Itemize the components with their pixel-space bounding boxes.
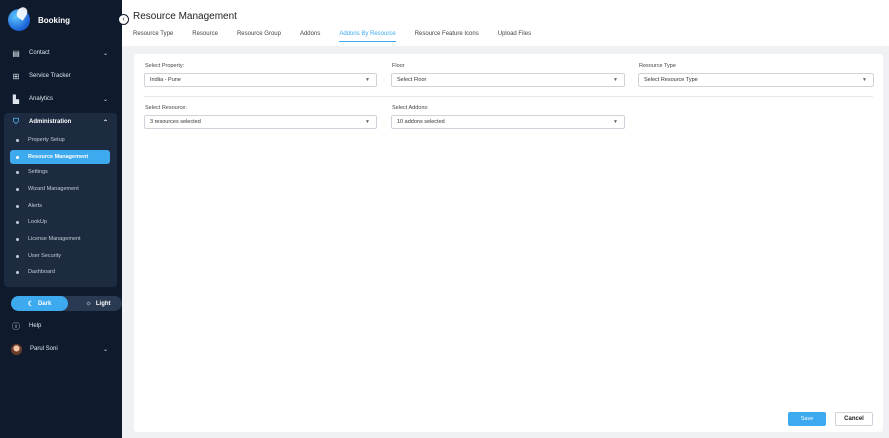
sun-icon: ☼ bbox=[85, 300, 92, 307]
submenu-item-label: License Management bbox=[28, 236, 81, 242]
moon-icon: ☾ bbox=[27, 300, 34, 308]
divider bbox=[144, 96, 873, 97]
resource-type-select-value: Select Resource Type bbox=[644, 77, 698, 83]
booking-logo-icon bbox=[8, 9, 30, 31]
avatar bbox=[11, 343, 22, 355]
theme-light-label: Light bbox=[95, 300, 111, 307]
user-menu[interactable]: Parul Soni ⌄ bbox=[0, 339, 122, 359]
submenu-item-wizard-management[interactable]: Wizard Management bbox=[10, 182, 110, 196]
resource-type-label: Resource Type bbox=[639, 63, 676, 69]
user-name: Parul Soni bbox=[30, 346, 58, 352]
tab-resource-feature-icons[interactable]: Resource Feature Icons bbox=[415, 31, 479, 46]
resource-type-select[interactable]: Select Resource Type ▼ bbox=[638, 73, 874, 87]
sidebar-item-administration[interactable]: ⛉ Administration ⌃ bbox=[0, 113, 122, 131]
bullet-icon bbox=[16, 138, 19, 142]
submenu-item-user-security[interactable]: User Security bbox=[10, 249, 110, 263]
tab-resource-type[interactable]: Resource Type bbox=[133, 31, 173, 46]
resource-select-value: 3 resources selected bbox=[150, 119, 201, 125]
submenu-item-resource-management[interactable]: Resource Management bbox=[10, 150, 110, 164]
tab-addons[interactable]: Addons bbox=[300, 31, 320, 46]
submenu-item-settings[interactable]: Settings bbox=[10, 165, 110, 179]
resource-label: Select Resource: bbox=[145, 105, 187, 111]
tab-addons-by-resource[interactable]: Addons By Resource bbox=[339, 31, 397, 46]
brand[interactable]: Booking bbox=[8, 8, 70, 32]
page-title: Resource Management bbox=[133, 11, 237, 22]
submenu-item-label: Resource Management bbox=[28, 154, 89, 160]
tracker-icon: ⊞ bbox=[12, 71, 20, 81]
chevron-up-icon: ⌃ bbox=[102, 119, 108, 126]
addons-select-value: 10 addons selected bbox=[397, 119, 445, 125]
floor-select-value: Select Floor bbox=[397, 77, 427, 83]
bullet-icon bbox=[16, 187, 19, 191]
sidebar-item-analytics[interactable]: ▙ Analytics ⌄ bbox=[0, 89, 122, 109]
addons-multiselect[interactable]: 10 addons selected ▼ bbox=[391, 115, 625, 129]
bullet-icon bbox=[16, 155, 19, 159]
bullet-icon bbox=[16, 254, 19, 258]
sidebar-item-label: Contact bbox=[29, 50, 50, 56]
caret-down-icon: ▼ bbox=[365, 77, 370, 83]
submenu-item-label: User Security bbox=[28, 253, 62, 259]
property-select-value: Indiia - Pune bbox=[150, 77, 181, 83]
submenu-item-label: LookUp bbox=[28, 219, 47, 225]
submenu-item-label: Property Setup bbox=[28, 137, 65, 143]
theme-toggle: ☾ Dark ☼ Light bbox=[11, 296, 122, 311]
submenu-item-dashboard[interactable]: Dashboard bbox=[10, 265, 110, 279]
save-button[interactable]: Save bbox=[788, 412, 826, 426]
submenu-item-label: Settings bbox=[28, 169, 48, 175]
tab-upload-files[interactable]: Upload Files bbox=[498, 31, 531, 46]
submenu-item-label: Alerts bbox=[28, 203, 43, 209]
sidebar-item-help[interactable]: ⓘ Help bbox=[0, 316, 122, 336]
property-label: Select Property: bbox=[145, 63, 185, 69]
sidebar: Booking ▤ Contact ⌄ ⊞ Service Tracker ▙ … bbox=[0, 0, 122, 438]
theme-dark-label: Dark bbox=[37, 300, 52, 307]
tab-bar: Resource Type Resource Resource Group Ad… bbox=[133, 31, 550, 46]
sidebar-item-label: Analytics bbox=[29, 96, 54, 102]
theme-light-button[interactable]: ☼ Light bbox=[74, 296, 122, 311]
contact-icon: ▤ bbox=[12, 48, 20, 58]
resource-multiselect[interactable]: 3 resources selected ▼ bbox=[144, 115, 377, 129]
caret-down-icon: ▼ bbox=[613, 119, 618, 125]
caret-down-icon: ▼ bbox=[365, 119, 370, 125]
page-header: Resource Management Resource Type Resour… bbox=[122, 0, 889, 46]
submenu-item-license-management[interactable]: License Management bbox=[10, 232, 110, 246]
brand-name: Booking bbox=[38, 15, 70, 25]
tab-resource-group[interactable]: Resource Group bbox=[237, 31, 281, 46]
chevron-left-icon: ‹ bbox=[122, 16, 125, 23]
sidebar-item-label: Service Tracker bbox=[29, 73, 71, 79]
floor-select[interactable]: Select Floor ▼ bbox=[391, 73, 625, 87]
sidebar-item-contact[interactable]: ▤ Contact ⌄ bbox=[0, 43, 122, 63]
floor-label: Floor bbox=[392, 63, 405, 69]
analytics-icon: ▙ bbox=[12, 94, 20, 104]
submenu-item-label: Wizard Management bbox=[28, 186, 79, 192]
collapse-sidebar-button[interactable]: ‹ bbox=[118, 14, 129, 25]
tab-resource[interactable]: Resource bbox=[192, 31, 218, 46]
form-panel: Select Property: Indiia - Pune ▼ Floor S… bbox=[134, 54, 883, 432]
addons-label: Select Addons: bbox=[392, 105, 429, 111]
chevron-down-icon: ⌄ bbox=[102, 50, 108, 57]
caret-down-icon: ▼ bbox=[613, 77, 618, 83]
bullet-icon bbox=[16, 237, 19, 241]
submenu-item-lookup[interactable]: LookUp bbox=[10, 215, 110, 229]
shield-icon: ⛉ bbox=[13, 117, 19, 126]
sidebar-item-label: Help bbox=[29, 323, 42, 329]
bullet-icon bbox=[16, 204, 19, 208]
help-icon: ⓘ bbox=[12, 321, 20, 331]
submenu-item-alerts[interactable]: Alerts bbox=[10, 199, 110, 213]
chevron-down-icon: ⌄ bbox=[102, 96, 108, 103]
sidebar-item-service-tracker[interactable]: ⊞ Service Tracker bbox=[0, 66, 122, 86]
chevron-down-icon: ⌄ bbox=[102, 346, 108, 353]
bullet-icon bbox=[16, 220, 19, 224]
bullet-icon bbox=[16, 270, 19, 274]
sidebar-item-label: Administration bbox=[29, 119, 72, 125]
caret-down-icon: ▼ bbox=[862, 77, 867, 83]
theme-dark-button[interactable]: ☾ Dark bbox=[11, 296, 68, 311]
submenu-item-property-setup[interactable]: Property Setup bbox=[10, 133, 110, 147]
bullet-icon bbox=[16, 170, 19, 174]
cancel-button[interactable]: Cancel bbox=[835, 412, 873, 426]
property-select[interactable]: Indiia - Pune ▼ bbox=[144, 73, 377, 87]
submenu-item-label: Dashboard bbox=[28, 269, 55, 275]
